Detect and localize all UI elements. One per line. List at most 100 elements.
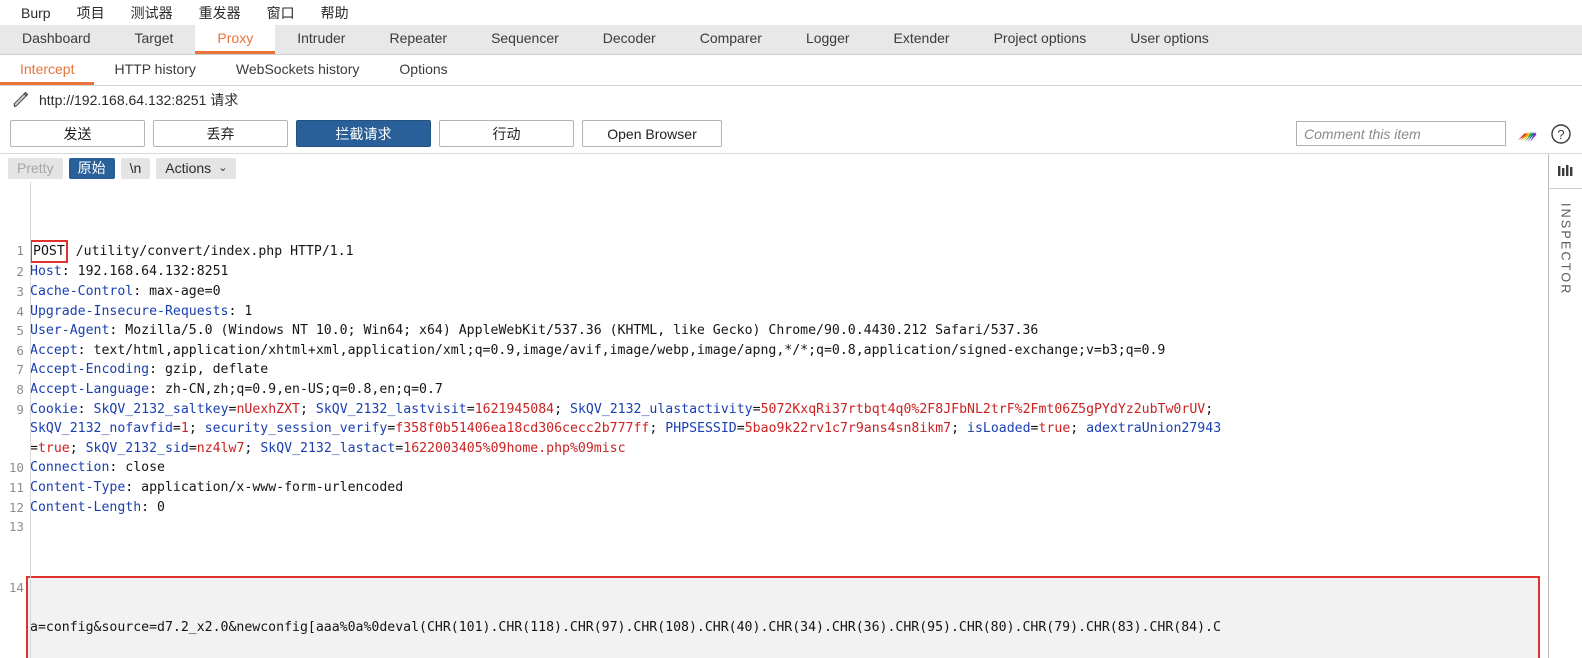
tab-proxy[interactable]: Proxy (195, 25, 276, 54)
drop-button[interactable]: 丢弃 (153, 120, 288, 147)
request-line: 9 Cookie: SkQV_2132_saltkey=nUexhZXT; SkQ… (0, 400, 1548, 420)
menu-item-3[interactable]: 重发器 (186, 1, 254, 25)
tab-target[interactable]: Target (113, 25, 196, 54)
help-question-icon[interactable]: ? (1548, 121, 1574, 147)
line-text: =true; SkQV_2132_sid=nz4lw7; SkQV_2132_l… (30, 440, 626, 456)
subtab-intercept[interactable]: Intercept (0, 55, 95, 85)
request-raw-text[interactable]: 1 POST /utility/convert/index.php HTTP/1.… (0, 182, 1548, 658)
line-number: 10 (8, 460, 24, 476)
newline-toggle[interactable]: \n (120, 157, 151, 179)
request-line: =true; SkQV_2132_sid=nz4lw7; SkQV_2132_l… (0, 439, 1548, 459)
menu-item-4[interactable]: 窗口 (254, 1, 308, 25)
intercept-toolbar-right: ? (1296, 114, 1574, 153)
tab-extender[interactable]: Extender (872, 25, 972, 54)
line-text: Cookie: SkQV_2132_saltkey=nUexhZXT; SkQV… (30, 401, 1214, 417)
request-line: 13 (0, 517, 1548, 537)
actions-menu-button[interactable]: Actions ⌄ (156, 157, 237, 179)
request-line: 7 Accept-Encoding: gzip, deflate (0, 360, 1548, 380)
tab-logger[interactable]: Logger (784, 25, 872, 54)
main-tab-bar: Dashboard Target Proxy Intruder Repeater Sequ… (0, 25, 1582, 55)
request-line: SkQV_2132_nofavfid=1; security_session_v… (0, 419, 1548, 439)
raw-toggle[interactable]: 原始 (68, 157, 115, 179)
tab-sequencer[interactable]: Sequencer (469, 25, 581, 54)
line-number: 1 (16, 242, 24, 258)
request-line: 11 Content-Type: application/x-www-form-u… (0, 478, 1548, 498)
line-number: 2 (16, 264, 24, 280)
menu-item-2[interactable]: 测试器 (118, 1, 186, 25)
tab-repeater[interactable]: Repeater (367, 25, 469, 54)
line-number: 9 (16, 401, 24, 417)
request-line: 5 User-Agent: Mozilla/5.0 (Windows NT 10.… (0, 321, 1548, 341)
pencil-icon (12, 91, 30, 109)
line-number: 4 (16, 303, 24, 319)
line-text: Cache-Control: max-age=0 (30, 283, 221, 299)
http-method-highlight: POST (30, 239, 68, 264)
line-number: 6 (16, 342, 24, 358)
line-number: 11 (8, 479, 24, 495)
line-number: 13 (8, 519, 24, 535)
tab-user-options[interactable]: User options (1108, 25, 1231, 54)
inspector-divider (1549, 188, 1582, 189)
line-text: Connection: close (30, 460, 165, 476)
request-line: 12 Content-Length: 0 (0, 498, 1548, 518)
line-text: SkQV_2132_nofavfid=1; security_session_v… (30, 421, 1222, 437)
pretty-toggle[interactable]: Pretty (8, 157, 63, 179)
intercept-action-bar: 发送 丢弃 拦截请求 行动 Open Browser ? (0, 114, 1582, 154)
menu-bar: Burp 项目 测试器 重发器 窗口 帮助 (0, 0, 1582, 25)
chevron-down-icon: ⌄ (218, 161, 228, 174)
line-number: 5 (16, 323, 24, 339)
line-text: User-Agent: Mozilla/5.0 (Windows NT 10.0… (30, 323, 1039, 339)
line-text: Content-Length: 0 (30, 499, 165, 515)
intercept-target-url: http://192.168.64.132:8251 请求 (39, 92, 239, 108)
request-line: 1 POST /utility/convert/index.php HTTP/1.… (0, 239, 1548, 264)
menu-item-1[interactable]: 项目 (64, 1, 118, 25)
subtab-websockets-history[interactable]: WebSockets history (216, 55, 379, 85)
request-line: 8 Accept-Language: zh-CN,zh;q=0.9,en-US;q… (0, 380, 1548, 400)
line-text: Host: 192.168.64.132:8251 (30, 264, 229, 280)
line-text: Upgrade-Insecure-Requests: 1 (30, 303, 253, 319)
request-line: 6 Accept: text/html,application/xhtml+xml… (0, 341, 1548, 361)
inspector-rail: INSPECTOR (1548, 154, 1582, 658)
message-format-bar: Pretty 原始 \n Actions ⌄ (0, 154, 1548, 182)
line-text: Accept-Encoding: gzip, deflate (30, 362, 269, 378)
line-text: POST /utility/convert/index.php HTTP/1.1 (30, 239, 1548, 264)
subtab-http-history[interactable]: HTTP history (94, 55, 215, 85)
line-number: 14 (8, 580, 24, 595)
request-editor-area: Pretty 原始 \n Actions ⌄ 1 POST /utility/co… (0, 154, 1582, 658)
line-text (30, 517, 1548, 537)
line-number: 3 (16, 283, 24, 299)
request-line: 4 Upgrade-Insecure-Requests: 1 (0, 302, 1548, 322)
request-body-highlight-box: a=config&source=d7.2_x2.0&newconfig[aaa%… (26, 575, 1540, 658)
menu-item-5[interactable]: 帮助 (308, 1, 362, 25)
tab-intruder[interactable]: Intruder (275, 25, 367, 54)
request-line: 2 Host: 192.168.64.132:8251 (0, 262, 1548, 282)
request-body-line-1: a=config&source=d7.2_x2.0&newconfig[aaa%… (30, 620, 1221, 636)
action-button[interactable]: 行动 (439, 120, 574, 147)
line-number: 7 (16, 362, 24, 378)
svg-text:?: ? (1557, 127, 1564, 142)
gutter-divider (30, 182, 31, 658)
tab-decoder[interactable]: Decoder (581, 25, 678, 54)
subtab-options[interactable]: Options (379, 55, 467, 85)
menu-item-0[interactable]: Burp (8, 3, 64, 23)
inspector-label[interactable]: INSPECTOR (1559, 203, 1573, 296)
open-browser-button[interactable]: Open Browser (582, 120, 722, 147)
rainbow-highlighter-icon[interactable] (1514, 121, 1540, 147)
line-number: 12 (8, 499, 24, 515)
request-editor-column: Pretty 原始 \n Actions ⌄ 1 POST /utility/co… (0, 154, 1548, 658)
request-line: 10 Connection: close (0, 458, 1548, 478)
forward-button[interactable]: 发送 (10, 120, 145, 147)
actions-menu-label: Actions (165, 160, 212, 176)
intercept-target-bar: http://192.168.64.132:8251 请求 (0, 86, 1582, 114)
line-number: 8 (16, 381, 24, 397)
tab-comparer[interactable]: Comparer (678, 25, 784, 54)
line-text: Content-Type: application/x-www-form-url… (30, 479, 404, 495)
intercept-toggle-button[interactable]: 拦截请求 (296, 120, 431, 147)
inspector-panel-icon[interactable] (1556, 154, 1576, 188)
tab-project-options[interactable]: Project options (972, 25, 1109, 54)
tab-dashboard[interactable]: Dashboard (0, 25, 113, 54)
comment-input[interactable] (1296, 121, 1506, 146)
proxy-sub-tab-bar: Intercept HTTP history WebSockets history O… (0, 55, 1582, 86)
request-line-list: 1 POST /utility/convert/index.php HTTP/1.… (0, 239, 1548, 537)
line-text: Accept-Language: zh-CN,zh;q=0.9,en-US;q=… (30, 381, 443, 397)
